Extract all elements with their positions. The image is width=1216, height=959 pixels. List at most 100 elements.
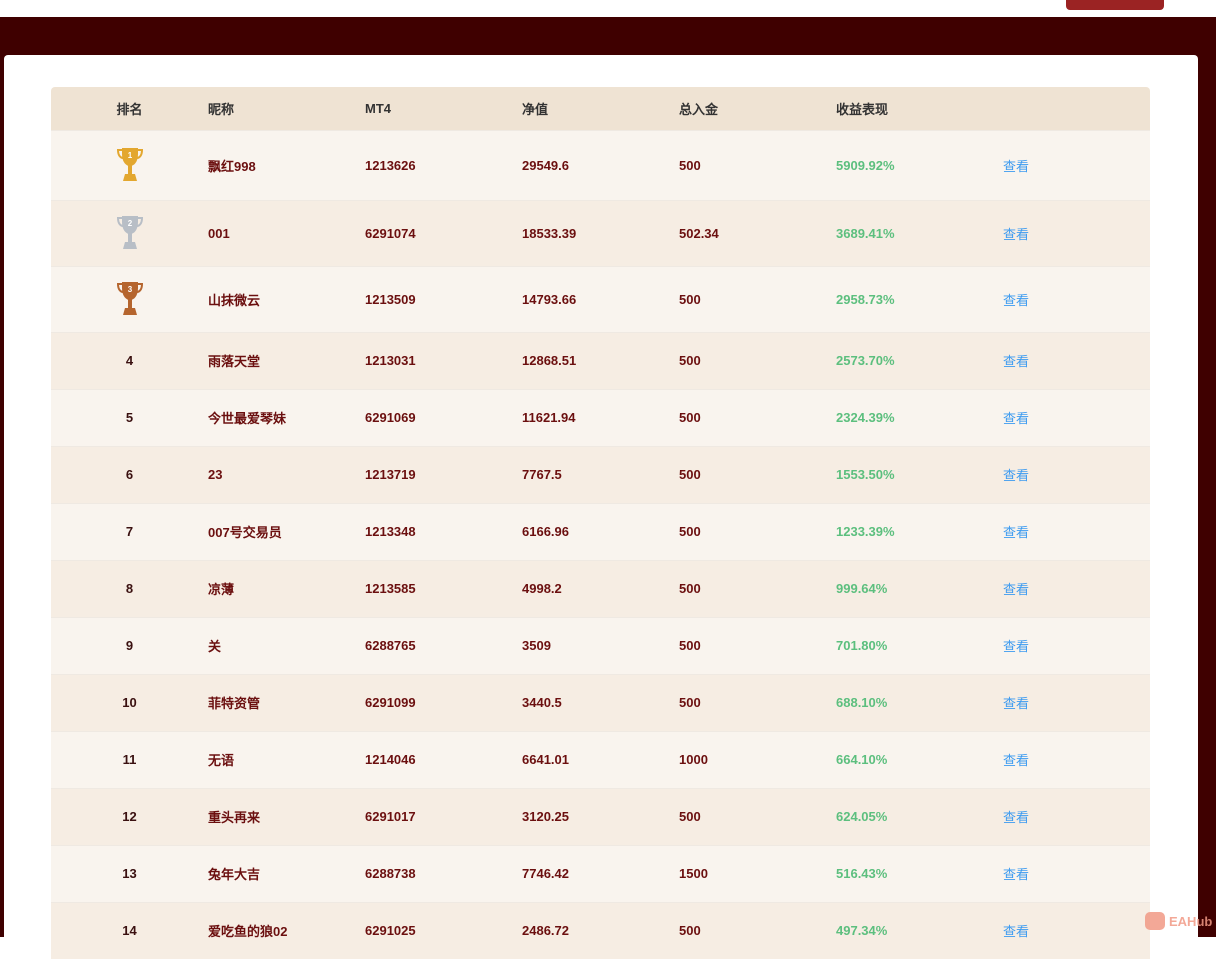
- view-link[interactable]: 查看: [993, 411, 1029, 426]
- mt4-cell: 6291069: [365, 388, 522, 446]
- nickname-cell: 凉薄: [208, 559, 365, 617]
- ranking-card: 排名 昵称 MT4 净值 总入金 收益表现 1 飘红998 1213626 29549.6 500…: [4, 55, 1198, 959]
- pig-logo-icon: [1145, 912, 1165, 930]
- deposit-cell: 500: [679, 129, 836, 200]
- gain-cell: 624.05%: [836, 787, 993, 845]
- rank-text: 11: [122, 752, 137, 767]
- mt4-cell: 6288738: [365, 844, 522, 902]
- watermark-text: EAHub: [1169, 913, 1213, 929]
- action-cell: 查看: [993, 844, 1150, 902]
- mt4-cell: 1213509: [365, 265, 522, 332]
- rank-text: 5: [125, 410, 134, 425]
- view-link[interactable]: 查看: [993, 810, 1029, 825]
- rank-text: 8: [125, 581, 134, 596]
- deposit-cell: 1000: [679, 730, 836, 788]
- equity-cell: 14793.66: [522, 265, 679, 332]
- deposit-cell: 500: [679, 787, 836, 845]
- nickname-cell: 007号交易员: [208, 502, 365, 560]
- deposit-cell: 500: [679, 502, 836, 560]
- gain-cell: 2573.70%: [836, 331, 993, 389]
- mt4-cell: 1213626: [365, 129, 522, 200]
- view-link[interactable]: 查看: [993, 696, 1029, 711]
- rank-text: 4: [125, 353, 134, 368]
- nickname-cell: 山抹微云: [208, 265, 365, 332]
- view-link[interactable]: 查看: [993, 639, 1029, 654]
- deposit-cell: 1500: [679, 844, 836, 902]
- view-link[interactable]: 查看: [993, 867, 1029, 882]
- table-row: 6 23 1213719 7767.5 500 1553.50% 查看: [51, 445, 1150, 503]
- mt4-cell: 6291074: [365, 199, 522, 266]
- equity-cell: 6641.01: [522, 730, 679, 788]
- table-header: 排名 昵称 MT4 净值 总入金 收益表现: [51, 87, 1150, 130]
- bronze-trophy-icon: 3: [116, 282, 143, 315]
- rank-text: 12: [122, 809, 137, 824]
- nickname-cell: 001: [208, 199, 365, 266]
- gain-cell: 664.10%: [836, 730, 993, 788]
- ranking-table: 排名 昵称 MT4 净值 总入金 收益表现 1 飘红998 1213626 29549.6 500…: [51, 87, 1150, 959]
- mt4-cell: 6288765: [365, 616, 522, 674]
- equity-cell: 12868.51: [522, 331, 679, 389]
- view-link[interactable]: 查看: [993, 582, 1029, 597]
- action-cell: 查看: [993, 901, 1150, 959]
- gain-cell: 999.64%: [836, 559, 993, 617]
- action-cell: 查看: [993, 730, 1150, 788]
- trophy-rank: 1: [127, 151, 132, 160]
- action-cell: 查看: [993, 616, 1150, 674]
- rank-text: 9: [125, 638, 134, 653]
- rank-cell: 6: [51, 445, 208, 503]
- view-link[interactable]: 查看: [993, 924, 1029, 939]
- view-link[interactable]: 查看: [993, 354, 1029, 369]
- table-row: 1 飘红998 1213626 29549.6 500 5909.92% 查看: [51, 129, 1150, 200]
- rank-cell: 7: [51, 502, 208, 560]
- equity-cell: 11621.94: [522, 388, 679, 446]
- action-cell: 查看: [993, 445, 1150, 503]
- nickname-cell: 飘红998: [208, 129, 365, 200]
- view-link[interactable]: 查看: [993, 159, 1029, 174]
- equity-cell: 2486.72: [522, 901, 679, 959]
- rank-cell: 10: [51, 673, 208, 731]
- table-row: 12 重头再来 6291017 3120.25 500 624.05% 查看: [51, 787, 1150, 845]
- rank-text: 14: [122, 923, 137, 939]
- header-rank: 排名: [51, 87, 208, 130]
- deposit-cell: 500: [679, 265, 836, 332]
- deposit-cell: 502.34: [679, 199, 836, 266]
- rank-text: 7: [125, 524, 134, 539]
- view-link[interactable]: 查看: [993, 293, 1029, 308]
- table-row: 9 关 6288765 3509 500 701.80% 查看: [51, 616, 1150, 674]
- gain-cell: 5909.92%: [836, 129, 993, 200]
- nickname-cell: 无语: [208, 730, 365, 788]
- action-cell: 查看: [993, 502, 1150, 560]
- equity-cell: 7746.42: [522, 844, 679, 902]
- rank-cell: 8: [51, 559, 208, 617]
- deposit-cell: 500: [679, 559, 836, 617]
- nickname-cell: 重头再来: [208, 787, 365, 845]
- deposit-cell: 500: [679, 673, 836, 731]
- trophy-rank: 2: [127, 219, 132, 228]
- mt4-cell: 6291025: [365, 901, 522, 959]
- gain-cell: 1233.39%: [836, 502, 993, 560]
- table-row: 3 山抹微云 1213509 14793.66 500 2958.73% 查看: [51, 265, 1150, 332]
- action-cell: 查看: [993, 673, 1150, 731]
- view-link[interactable]: 查看: [993, 227, 1029, 242]
- mt4-cell: 1214046: [365, 730, 522, 788]
- silver-trophy-icon: 2: [116, 216, 143, 249]
- header-nickname: 昵称: [208, 87, 365, 130]
- deposit-cell: 500: [679, 901, 836, 959]
- watermark: EAHub: [1145, 912, 1212, 930]
- equity-cell: 29549.6: [522, 129, 679, 200]
- table-row: 10 菲特资管 6291099 3440.5 500 688.10% 查看: [51, 673, 1150, 731]
- rank-cell: 13: [51, 844, 208, 902]
- top-button[interactable]: [1066, 0, 1164, 10]
- gain-cell: 1553.50%: [836, 445, 993, 503]
- view-link[interactable]: 查看: [993, 468, 1029, 483]
- view-link[interactable]: 查看: [993, 525, 1029, 540]
- action-cell: 查看: [993, 787, 1150, 845]
- rank-cell: 1: [51, 129, 208, 200]
- view-link[interactable]: 查看: [993, 753, 1029, 768]
- equity-cell: 6166.96: [522, 502, 679, 560]
- table-row: 13 兔年大吉 6288738 7746.42 1500 516.43% 查看: [51, 844, 1150, 902]
- rank-cell: 14: [51, 901, 208, 959]
- rank-cell: 12: [51, 787, 208, 845]
- table-row: 5 今世最爱琴妹 6291069 11621.94 500 2324.39% 查看: [51, 388, 1150, 446]
- equity-cell: 3120.25: [522, 787, 679, 845]
